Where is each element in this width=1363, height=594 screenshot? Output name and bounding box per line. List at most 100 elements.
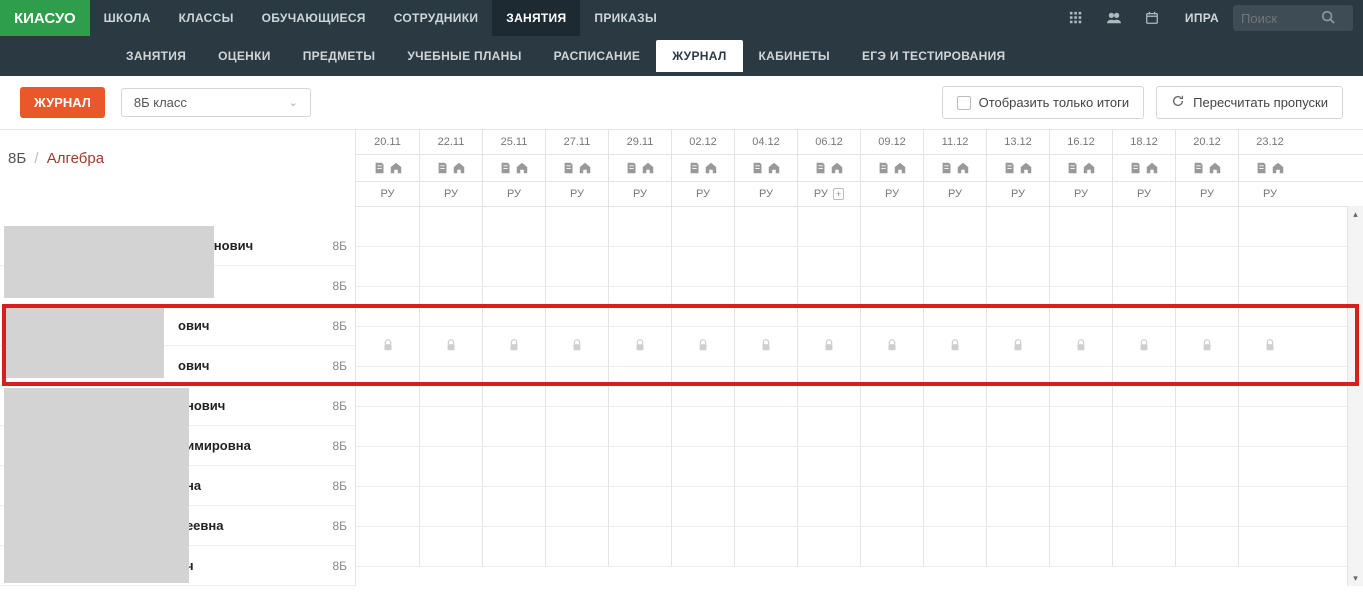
- date-header[interactable]: 18.12: [1112, 130, 1175, 154]
- grade-cell[interactable]: [734, 487, 797, 526]
- grade-cell[interactable]: [1175, 447, 1238, 486]
- apps-icon[interactable]: [1057, 11, 1095, 25]
- grade-cell[interactable]: [545, 527, 608, 566]
- grade-cell[interactable]: [356, 447, 419, 486]
- nav-обучающиеся[interactable]: ОБУЧАЮЩИЕСЯ: [248, 0, 380, 36]
- grade-cell[interactable]: [1049, 447, 1112, 486]
- lesson-type-icons[interactable]: [860, 155, 923, 181]
- lesson-subtype[interactable]: РУ: [1049, 182, 1112, 206]
- grade-cell[interactable]: [1175, 327, 1238, 366]
- grade-cell[interactable]: [356, 247, 419, 286]
- lesson-subtype[interactable]: РУ: [1175, 182, 1238, 206]
- lesson-type-icons[interactable]: [671, 155, 734, 181]
- show-only-totals-toggle[interactable]: Отобразить только итоги: [942, 86, 1145, 119]
- grade-cell[interactable]: [356, 367, 419, 406]
- grade-cell[interactable]: [482, 367, 545, 406]
- nav-ipra[interactable]: ИПРА: [1171, 11, 1233, 25]
- grade-cell[interactable]: [608, 287, 671, 326]
- grade-cell[interactable]: [923, 287, 986, 326]
- grade-cell[interactable]: [608, 327, 671, 366]
- grade-cell[interactable]: [923, 447, 986, 486]
- lesson-type-icons[interactable]: [482, 155, 545, 181]
- grade-cell[interactable]: [356, 207, 419, 246]
- grade-cell[interactable]: [860, 327, 923, 366]
- grade-cell[interactable]: [986, 487, 1049, 526]
- grade-cell[interactable]: [797, 487, 860, 526]
- grade-cell[interactable]: [797, 527, 860, 566]
- date-header[interactable]: 02.12: [671, 130, 734, 154]
- grade-cell[interactable]: [734, 527, 797, 566]
- lesson-subtype[interactable]: РУ: [419, 182, 482, 206]
- grade-cell[interactable]: [860, 367, 923, 406]
- lesson-subtype[interactable]: РУ: [1238, 182, 1301, 206]
- grade-cell[interactable]: [797, 207, 860, 246]
- grade-cell[interactable]: [671, 287, 734, 326]
- grade-cell[interactable]: [1112, 247, 1175, 286]
- grade-cell[interactable]: [608, 407, 671, 446]
- grade-cell[interactable]: [608, 487, 671, 526]
- grade-cell[interactable]: [545, 247, 608, 286]
- grade-cell[interactable]: [608, 527, 671, 566]
- grade-cell[interactable]: [860, 527, 923, 566]
- class-select[interactable]: 8Б класс ⌄: [121, 88, 311, 117]
- grade-cell[interactable]: [923, 207, 986, 246]
- date-header[interactable]: 29.11: [608, 130, 671, 154]
- subnav-учебные-планы[interactable]: УЧЕБНЫЕ ПЛАНЫ: [391, 40, 537, 72]
- grade-cell[interactable]: [986, 407, 1049, 446]
- subnav-журнал[interactable]: ЖУРНАЛ: [656, 40, 742, 72]
- lesson-subtype[interactable]: РУ: [671, 182, 734, 206]
- lesson-subtype[interactable]: РУ: [986, 182, 1049, 206]
- vertical-scrollbar[interactable]: ▴ ▾: [1347, 206, 1363, 586]
- grade-cell[interactable]: [419, 527, 482, 566]
- grade-cell[interactable]: [734, 247, 797, 286]
- subnav-егэ-и-тестирования[interactable]: ЕГЭ И ТЕСТИРОВАНИЯ: [846, 40, 1022, 72]
- lesson-type-icons[interactable]: [1238, 155, 1301, 181]
- grade-cell[interactable]: [1238, 247, 1301, 286]
- grade-cell[interactable]: [923, 367, 986, 406]
- grade-cell[interactable]: [1049, 527, 1112, 566]
- date-header[interactable]: 13.12: [986, 130, 1049, 154]
- grade-cell[interactable]: [734, 327, 797, 366]
- grade-cell[interactable]: [1175, 207, 1238, 246]
- grade-cell[interactable]: [482, 327, 545, 366]
- scroll-down-icon[interactable]: ▾: [1348, 570, 1363, 586]
- date-header[interactable]: 25.11: [482, 130, 545, 154]
- grade-cell[interactable]: [1238, 207, 1301, 246]
- grade-cell[interactable]: [1049, 367, 1112, 406]
- nav-занятия[interactable]: ЗАНЯТИЯ: [492, 0, 580, 36]
- date-header[interactable]: 16.12: [1049, 130, 1112, 154]
- grade-cell[interactable]: [1112, 407, 1175, 446]
- date-header[interactable]: 27.11: [545, 130, 608, 154]
- lesson-subtype[interactable]: РУ: [356, 182, 419, 206]
- grade-cell[interactable]: [860, 407, 923, 446]
- grade-cell[interactable]: [860, 207, 923, 246]
- grade-cell[interactable]: [1049, 207, 1112, 246]
- grade-cell[interactable]: [797, 247, 860, 286]
- grade-cell[interactable]: [608, 367, 671, 406]
- grade-cell[interactable]: [797, 447, 860, 486]
- grade-cell[interactable]: [860, 247, 923, 286]
- grade-cell[interactable]: [1112, 327, 1175, 366]
- grade-cell[interactable]: [1238, 287, 1301, 326]
- grade-cell[interactable]: [986, 247, 1049, 286]
- date-header[interactable]: 20.12: [1175, 130, 1238, 154]
- date-header[interactable]: 06.12: [797, 130, 860, 154]
- grade-cell[interactable]: [356, 487, 419, 526]
- date-header[interactable]: 04.12: [734, 130, 797, 154]
- grade-cell[interactable]: [1175, 367, 1238, 406]
- grade-cell[interactable]: [734, 287, 797, 326]
- date-header[interactable]: 09.12: [860, 130, 923, 154]
- lesson-subtype[interactable]: РУ: [482, 182, 545, 206]
- scroll-up-icon[interactable]: ▴: [1348, 206, 1363, 222]
- grade-cell[interactable]: [419, 207, 482, 246]
- grade-cell[interactable]: [986, 207, 1049, 246]
- logo[interactable]: КИАСУО: [0, 0, 90, 36]
- grade-cell[interactable]: [986, 527, 1049, 566]
- grade-cell[interactable]: [734, 207, 797, 246]
- grade-cell[interactable]: [419, 487, 482, 526]
- grade-cell[interactable]: [671, 367, 734, 406]
- grade-cell[interactable]: [860, 487, 923, 526]
- grade-cell[interactable]: [482, 207, 545, 246]
- lesson-subtype[interactable]: РУ: [1112, 182, 1175, 206]
- grade-cell[interactable]: [419, 247, 482, 286]
